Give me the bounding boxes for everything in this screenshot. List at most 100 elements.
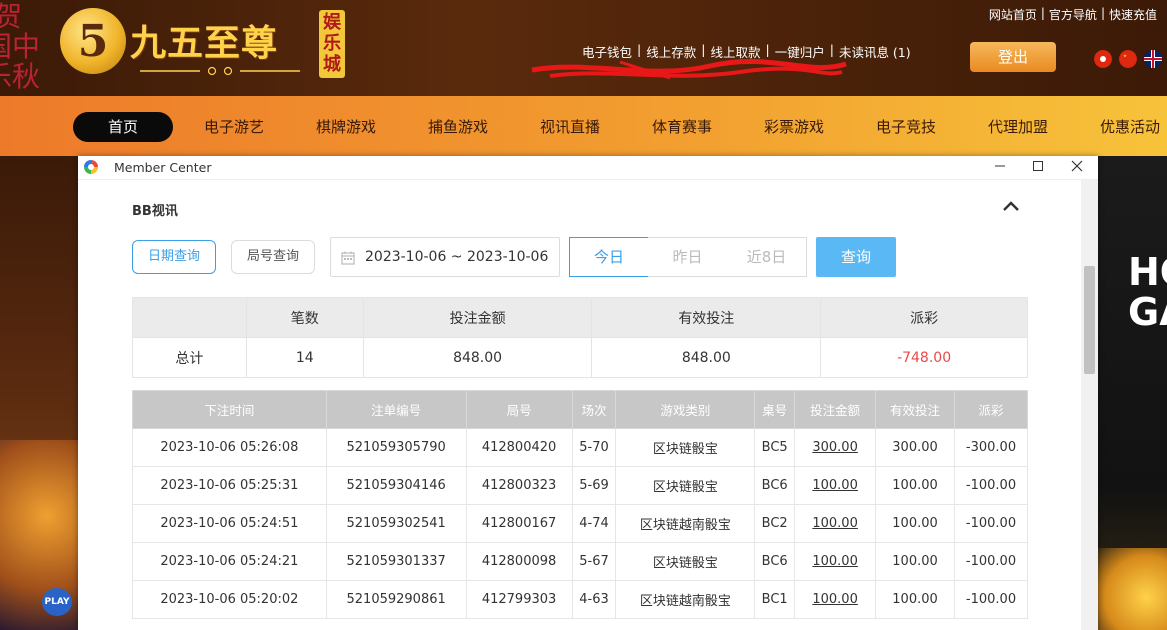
range-last-8-days[interactable]: 近8日 [727, 237, 807, 277]
valid-bet-cell: 100.00 [875, 542, 955, 581]
valid-bet-cell: 100.00 [875, 504, 955, 543]
summary-count: 14 [245, 337, 364, 378]
round-id-cell: 412800167 [465, 504, 573, 543]
nav-promotions[interactable]: 优惠活动 [1084, 112, 1167, 142]
session-cell: 5-67 [571, 542, 617, 581]
main-nav: 首页 电子游艺 棋牌游戏 捕鱼游戏 视讯直播 体育赛事 彩票游戏 电子竞技 代理… [0, 96, 1167, 156]
link-official-nav[interactable]: 官方导航 [1045, 6, 1101, 23]
detail-header: 投注金额 [794, 390, 877, 429]
payout-cell: -100.00 [954, 542, 1028, 581]
range-yesterday[interactable]: 昨日 [648, 237, 728, 277]
summary-header: 有效投注 [591, 297, 822, 338]
summary-header-row: 笔数 投注金额 有效投注 派彩 [132, 297, 1028, 338]
nav-live-casino[interactable]: 视讯直播 [524, 112, 616, 142]
bet-amount-cell[interactable]: 100.00 [794, 504, 877, 543]
ticket-id-cell: 521059305790 [325, 428, 467, 467]
bet-amount-cell[interactable]: 100.00 [794, 466, 877, 505]
corner-banner: 贺 国中 乐秋 [0, 0, 48, 96]
date-query-button[interactable]: 日期查询 [132, 240, 216, 274]
summary-bet-amount: 848.00 [362, 337, 593, 378]
detail-body: 2023-10-06 05:26:08 521059305790 412800420… [132, 428, 1028, 619]
chevron-up-icon[interactable] [998, 194, 1024, 220]
nav-affiliate[interactable]: 代理加盟 [972, 112, 1064, 142]
valid-bet-cell: 100.00 [875, 580, 955, 619]
bet-amount-cell[interactable]: 100.00 [794, 580, 877, 619]
scrollbar-thumb[interactable] [1084, 266, 1095, 374]
ticket-id-cell: 521059301337 [325, 542, 467, 581]
session-cell: 4-74 [571, 504, 617, 543]
table-row: 2023-10-06 05:26:08 521059305790 412800420… [132, 428, 1028, 467]
play-badge: PLAY [42, 588, 72, 616]
game-type-cell: 区块链越南骰宝 [615, 580, 756, 619]
nav-sports[interactable]: 体育赛事 [636, 112, 728, 142]
summary-header [132, 297, 247, 338]
summary-header: 派彩 [820, 297, 1028, 338]
link-home[interactable]: 网站首页 [985, 6, 1041, 23]
bg-right-text: HO GA [1128, 252, 1167, 332]
top-links: 网站首页 | 官方导航 | 快速充值 [977, 6, 1167, 23]
ticket-id-cell: 521059304146 [325, 466, 467, 505]
nav-home[interactable]: 首页 [73, 112, 173, 142]
link-quick-recharge[interactable]: 快速充值 [1105, 6, 1161, 23]
logo-mark: 5 [60, 8, 126, 74]
game-type-cell: 区块链骰宝 [615, 542, 756, 581]
detail-header: 有效投注 [875, 390, 955, 429]
detail-header: 下注时间 [132, 390, 327, 429]
summary-label: 总计 [132, 337, 247, 378]
bet-time-cell: 2023-10-06 05:26:08 [132, 428, 327, 467]
maximize-icon[interactable] [1028, 158, 1048, 178]
vertical-scrollbar[interactable] [1081, 180, 1098, 630]
logout-button[interactable]: 登出 [970, 42, 1056, 72]
nav-fishing[interactable]: 捕鱼游戏 [412, 112, 504, 142]
bet-amount-cell[interactable]: 300.00 [794, 428, 877, 467]
valid-bet-cell: 100.00 [875, 466, 955, 505]
session-cell: 5-70 [571, 428, 617, 467]
bet-time-cell: 2023-10-06 05:25:31 [132, 466, 327, 505]
logo-badge: 娱乐城 [319, 10, 345, 78]
date-range-picker[interactable]: 2023-10-06 ~ 2023-10-06 [330, 237, 560, 277]
nav-e-games[interactable]: 电子游艺 [188, 112, 280, 142]
game-type-cell: 区块链骰宝 [615, 428, 756, 467]
bet-amount-cell[interactable]: 100.00 [794, 542, 877, 581]
section-title: BB视讯 [132, 204, 178, 219]
table-id-cell: BC6 [754, 542, 796, 581]
table-id-cell: BC2 [754, 504, 796, 543]
nav-card-games[interactable]: 棋牌游戏 [300, 112, 392, 142]
payout-cell: -100.00 [954, 466, 1028, 505]
bet-time-cell: 2023-10-06 05:24:51 [132, 504, 327, 543]
bet-time-cell: 2023-10-06 05:20:02 [132, 580, 327, 619]
bet-time-cell: 2023-10-06 05:24:21 [132, 542, 327, 581]
game-type-cell: 区块链骰宝 [615, 466, 756, 505]
table-row: 2023-10-06 05:25:31 521059304146 412800323… [132, 466, 1028, 505]
detail-header: 游戏类别 [615, 390, 756, 429]
summary-row: 总计 14 848.00 848.00 -748.00 [132, 337, 1028, 378]
session-cell: 4-63 [571, 580, 617, 619]
window-titlebar[interactable]: Member Center [78, 156, 1098, 180]
summary-header: 投注金额 [362, 297, 593, 338]
ticket-id-cell: 521059290861 [325, 580, 467, 619]
detail-header: 场次 [571, 390, 617, 429]
session-cell: 5-69 [571, 466, 617, 505]
close-icon[interactable] [1067, 158, 1087, 178]
hk-flag-icon[interactable] [1094, 50, 1112, 68]
table-id-cell: BC6 [754, 466, 796, 505]
payout-cell: -100.00 [954, 504, 1028, 543]
range-today[interactable]: 今日 [569, 237, 649, 277]
round-query-button[interactable]: 局号查询 [231, 240, 315, 274]
uk-flag-icon[interactable] [1144, 50, 1162, 68]
round-id-cell: 412799303 [465, 580, 573, 619]
minimize-icon[interactable] [990, 158, 1010, 178]
corner-char: 乐秋 [0, 60, 41, 93]
summary-table: 笔数 投注金额 有效投注 派彩 总计 14 848.00 848.00 -748… [132, 297, 1028, 378]
logo-text: 九五至尊 [130, 22, 279, 64]
search-button[interactable]: 查询 [816, 237, 896, 277]
nav-esports[interactable]: 电子竞技 [860, 112, 952, 142]
table-id-cell: BC5 [754, 428, 796, 467]
summary-valid-bet: 848.00 [591, 337, 822, 378]
window-title: Member Center [114, 160, 212, 175]
cn-flag-icon[interactable] [1119, 50, 1137, 68]
detail-header: 派彩 [954, 390, 1028, 429]
nav-lottery[interactable]: 彩票游戏 [748, 112, 840, 142]
corner-char: 贺 [0, 0, 23, 33]
detail-header: 注单编号 [325, 390, 467, 429]
